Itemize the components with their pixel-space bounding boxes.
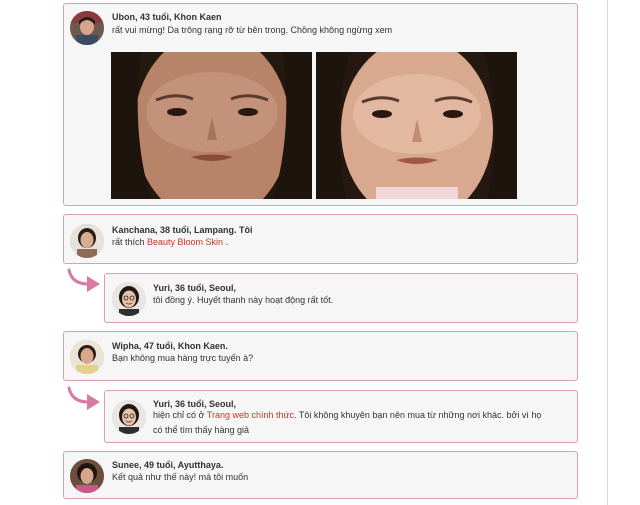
avatar-ubon bbox=[70, 11, 104, 45]
after-photo bbox=[316, 52, 517, 199]
avatar-yuri bbox=[112, 282, 146, 316]
commenter-name: Yuri, 36 tuổi, Seoul, bbox=[153, 283, 237, 293]
comment-text: rất thích Beauty Bloom Skin . bbox=[112, 235, 562, 250]
avatar-yuri bbox=[112, 400, 146, 434]
comment-kanchana: Kanchana, 38 tuổi, Lampang. Tôi rất thíc… bbox=[63, 214, 578, 264]
before-photo bbox=[111, 52, 312, 199]
official-site-link[interactable]: Trang web chính thức bbox=[207, 410, 294, 420]
avatar-sunee bbox=[70, 459, 104, 493]
comment-text-part: hiện chỉ có ở bbox=[153, 410, 207, 420]
comment-text: Kết quả như thế này! mà tôi muốn bbox=[112, 472, 249, 482]
comment-text: Bạn không mua hàng trực tuyến à? bbox=[112, 353, 254, 363]
avatar-kanchana bbox=[70, 224, 104, 258]
comment-text: rất vui mừng! Da trông rạng rỡ từ bên tr… bbox=[112, 25, 393, 35]
reply-arrow-icon bbox=[66, 386, 104, 412]
comment-text-part: rất thích bbox=[112, 237, 148, 247]
comment-text: tôi đồng ý. Huyết thanh này hoạt động rấ… bbox=[153, 295, 334, 305]
commenter-name: Kanchana, 38 tuổi, Lampang. Tôi bbox=[112, 225, 253, 235]
product-link[interactable]: Beauty Bloom Skin bbox=[147, 237, 223, 247]
reply-arrow-icon bbox=[66, 268, 104, 294]
commenter-name: Wipha, 47 tuổi, Khon Kaen. bbox=[112, 341, 228, 351]
comment-ubon: Ubon, 43 tuổi, Khon Kaen rất vui mừng! D… bbox=[63, 3, 578, 206]
comment-text: hiện chỉ có ở Trang web chính thức. Tôi … bbox=[153, 408, 553, 438]
comment-text-part: . bbox=[223, 237, 229, 247]
comment-yuri-reply-2: Yuri, 36 tuổi, Seoul, hiện chỉ có ở Tran… bbox=[104, 390, 578, 443]
commenter-name: Ubon, 43 tuổi, Khon Kaen bbox=[112, 12, 222, 22]
comment-wipha: Wipha, 47 tuổi, Khon Kaen. Bạn không mua… bbox=[63, 331, 578, 381]
page-divider bbox=[607, 0, 608, 505]
comment-sunee: Sunee, 49 tuổi, Ayutthaya. Kết quả như t… bbox=[63, 451, 578, 499]
commenter-name: Sunee, 49 tuổi, Ayutthaya. bbox=[112, 460, 224, 470]
avatar-wipha bbox=[70, 340, 104, 374]
comment-yuri-reply-1: Yuri, 36 tuổi, Seoul, tôi đồng ý. Huyết … bbox=[104, 273, 578, 323]
